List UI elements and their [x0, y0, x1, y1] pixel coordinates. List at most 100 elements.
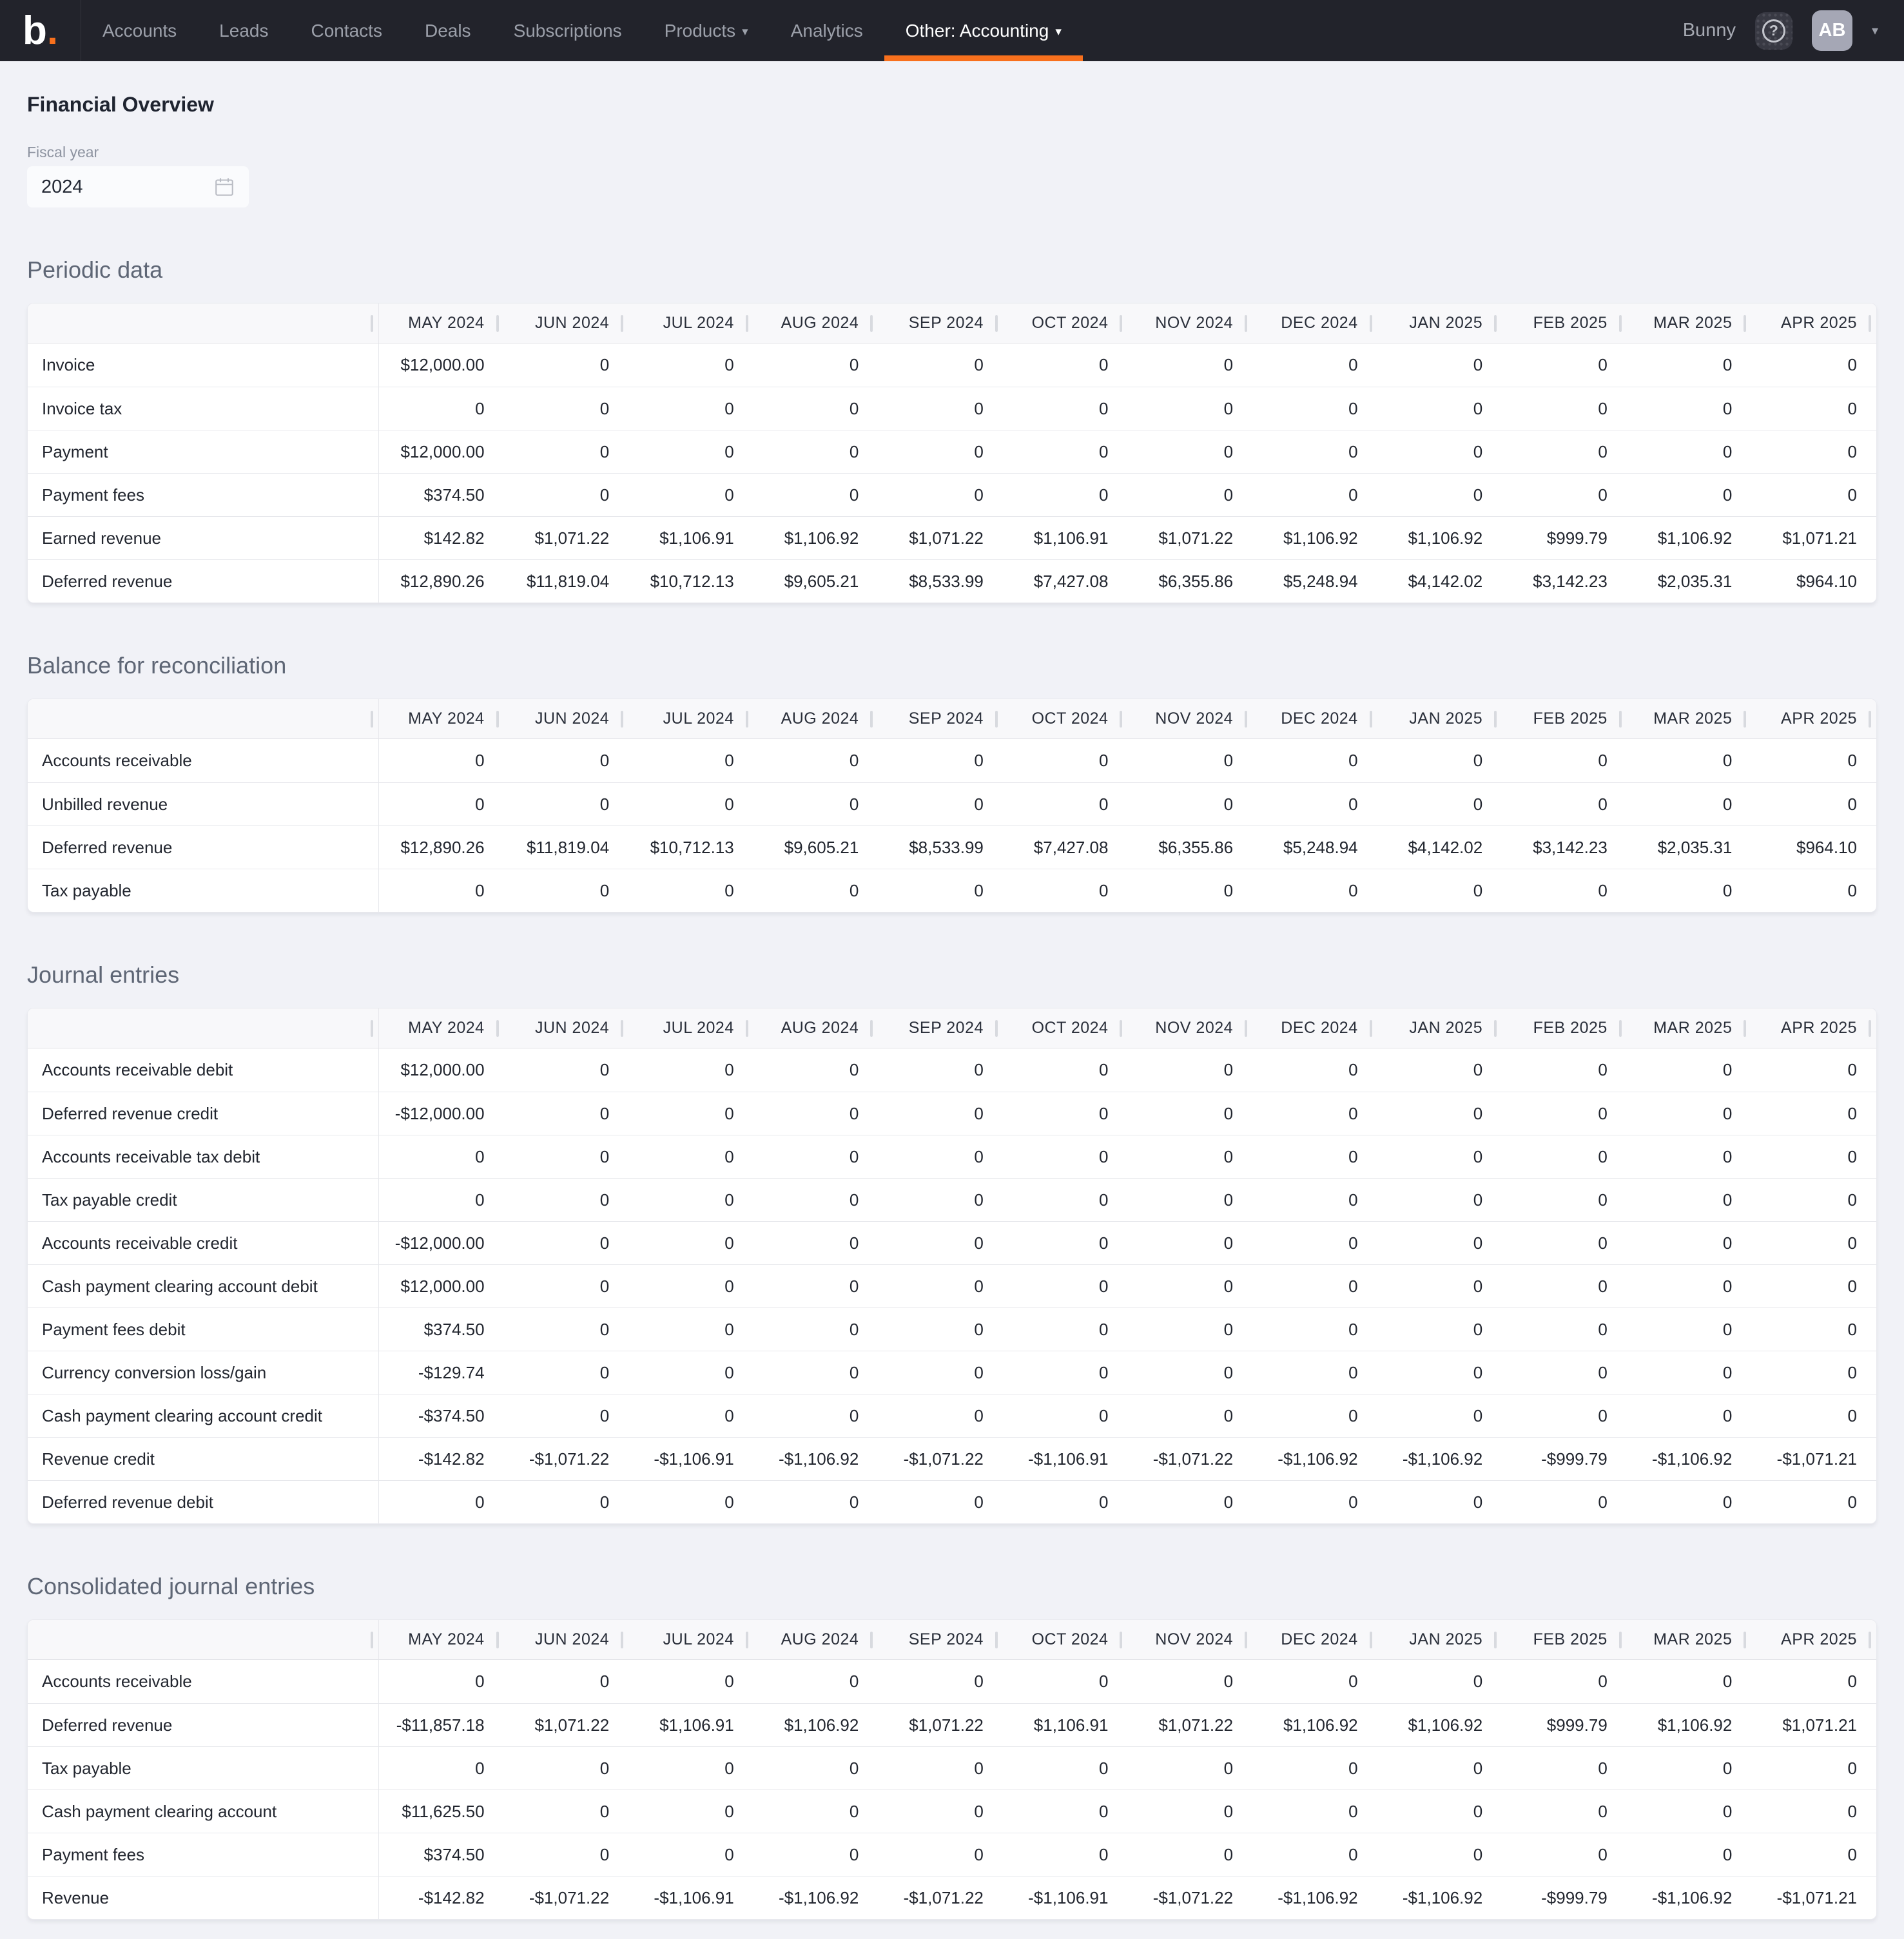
column-resize-handle[interactable] — [995, 315, 998, 332]
cell-value: 0 — [628, 430, 753, 473]
fiscal-year-input[interactable]: 2024 — [27, 166, 249, 207]
column-header-mar-2025: MAR 2025 — [1627, 304, 1752, 343]
column-resize-handle[interactable] — [621, 315, 623, 332]
column-resize-handle[interactable] — [746, 1020, 748, 1037]
column-resize-handle[interactable] — [621, 1632, 623, 1648]
column-resize-handle[interactable] — [1869, 315, 1871, 332]
cell-value: 0 — [1127, 343, 1252, 387]
column-resize-handle[interactable] — [1869, 1020, 1871, 1037]
column-resize-handle[interactable] — [1619, 1020, 1622, 1037]
nav-item-deals[interactable]: Deals — [403, 0, 492, 61]
table-row: Accounts receivable000000000000 — [28, 739, 1876, 782]
cell-value: 0 — [379, 1135, 504, 1178]
column-resize-handle[interactable] — [1619, 315, 1622, 332]
cell-value: $12,000.00 — [379, 1264, 504, 1307]
column-resize-handle[interactable] — [371, 1632, 373, 1648]
column-resize-handle[interactable] — [746, 1632, 748, 1648]
cell-value: 0 — [1627, 1307, 1752, 1351]
section-title: Journal entries — [27, 961, 1877, 989]
column-resize-handle[interactable] — [995, 1632, 998, 1648]
column-resize-handle[interactable] — [1744, 1020, 1746, 1037]
column-resize-handle[interactable] — [870, 711, 873, 728]
column-resize-handle[interactable] — [496, 1020, 499, 1037]
column-resize-handle[interactable] — [496, 711, 499, 728]
column-resize-handle[interactable] — [1370, 1020, 1372, 1037]
chevron-down-icon[interactable]: ▾ — [1872, 23, 1878, 39]
nav-item-subscriptions[interactable]: Subscriptions — [492, 0, 643, 61]
column-resize-handle[interactable] — [1245, 711, 1247, 728]
column-resize-handle[interactable] — [870, 1020, 873, 1037]
cell-value: 0 — [1377, 1048, 1502, 1092]
cell-value: 0 — [504, 1480, 629, 1523]
nav-item-accounts[interactable]: Accounts — [81, 0, 198, 61]
calendar-icon[interactable] — [213, 175, 236, 198]
cell-value: 0 — [504, 1394, 629, 1437]
column-resize-handle[interactable] — [1245, 315, 1247, 332]
cell-value: 0 — [1127, 1307, 1252, 1351]
column-resize-handle[interactable] — [1494, 315, 1497, 332]
cell-value: $1,071.22 — [878, 516, 1003, 559]
cell-value: $2,035.31 — [1627, 825, 1752, 869]
column-header-apr-2025: APR 2025 — [1751, 699, 1876, 739]
data-table: MAY 2024JUN 2024JUL 2024AUG 2024SEP 2024… — [27, 1619, 1877, 1920]
nav-item-contacts[interactable]: Contacts — [289, 0, 403, 61]
column-resize-handle[interactable] — [1120, 315, 1122, 332]
column-resize-handle[interactable] — [1120, 1632, 1122, 1648]
column-resize-handle[interactable] — [870, 315, 873, 332]
column-resize-handle[interactable] — [1370, 315, 1372, 332]
column-resize-handle[interactable] — [1370, 711, 1372, 728]
cell-value: -$1,106.92 — [1377, 1876, 1502, 1919]
column-resize-handle[interactable] — [746, 711, 748, 728]
column-resize-handle[interactable] — [1494, 711, 1497, 728]
column-header-jul-2024: JUL 2024 — [628, 304, 753, 343]
nav-item-other-accounting[interactable]: Other: Accounting▾ — [884, 0, 1083, 61]
column-resize-handle[interactable] — [1744, 711, 1746, 728]
column-resize-handle[interactable] — [1494, 1632, 1497, 1648]
column-resize-handle[interactable] — [1245, 1632, 1247, 1648]
cell-value: 0 — [1751, 1480, 1876, 1523]
cell-value: 0 — [1377, 1480, 1502, 1523]
app-logo[interactable]: b . — [0, 0, 81, 61]
column-header-dec-2024: DEC 2024 — [1252, 304, 1377, 343]
cell-value: $1,071.21 — [1751, 516, 1876, 559]
column-resize-handle[interactable] — [496, 315, 499, 332]
column-header-feb-2025: FEB 2025 — [1502, 699, 1627, 739]
data-table: MAY 2024JUN 2024JUL 2024AUG 2024SEP 2024… — [27, 303, 1877, 603]
column-resize-handle[interactable] — [1370, 1632, 1372, 1648]
column-header-feb-2025: FEB 2025 — [1502, 1008, 1627, 1048]
column-resize-handle[interactable] — [371, 315, 373, 332]
table-row: Cash payment clearing account debit$12,0… — [28, 1264, 1876, 1307]
nav-item-products[interactable]: Products▾ — [643, 0, 770, 61]
column-resize-handle[interactable] — [1869, 711, 1871, 728]
column-resize-handle[interactable] — [746, 315, 748, 332]
column-resize-handle[interactable] — [1744, 315, 1746, 332]
cell-value: $1,106.92 — [1252, 1703, 1377, 1746]
column-resize-handle[interactable] — [371, 711, 373, 728]
column-resize-handle[interactable] — [496, 1632, 499, 1648]
help-button[interactable]: ? — [1755, 12, 1792, 50]
column-resize-handle[interactable] — [1120, 1020, 1122, 1037]
column-resize-handle[interactable] — [1245, 1020, 1247, 1037]
nav-item-leads[interactable]: Leads — [198, 0, 289, 61]
column-resize-handle[interactable] — [870, 1632, 873, 1648]
cell-value: 0 — [1377, 1264, 1502, 1307]
column-resize-handle[interactable] — [995, 1020, 998, 1037]
column-resize-handle[interactable] — [1494, 1020, 1497, 1037]
cell-value: 0 — [1003, 1264, 1128, 1307]
cell-value: $1,106.92 — [1627, 1703, 1752, 1746]
column-resize-handle[interactable] — [995, 711, 998, 728]
column-resize-handle[interactable] — [1120, 711, 1122, 728]
column-resize-handle[interactable] — [1619, 711, 1622, 728]
row-label: Payment — [28, 430, 379, 473]
nav-item-analytics[interactable]: Analytics — [770, 0, 884, 61]
column-resize-handle[interactable] — [371, 1020, 373, 1037]
column-resize-handle[interactable] — [1619, 1632, 1622, 1648]
column-resize-handle[interactable] — [1744, 1632, 1746, 1648]
cell-value: 0 — [1377, 739, 1502, 782]
header-row: MAY 2024JUN 2024JUL 2024AUG 2024SEP 2024… — [28, 304, 1876, 343]
avatar[interactable]: AB — [1812, 10, 1852, 51]
column-resize-handle[interactable] — [621, 711, 623, 728]
column-resize-handle[interactable] — [1869, 1632, 1871, 1648]
column-resize-handle[interactable] — [621, 1020, 623, 1037]
cell-value: 0 — [1252, 1394, 1377, 1437]
